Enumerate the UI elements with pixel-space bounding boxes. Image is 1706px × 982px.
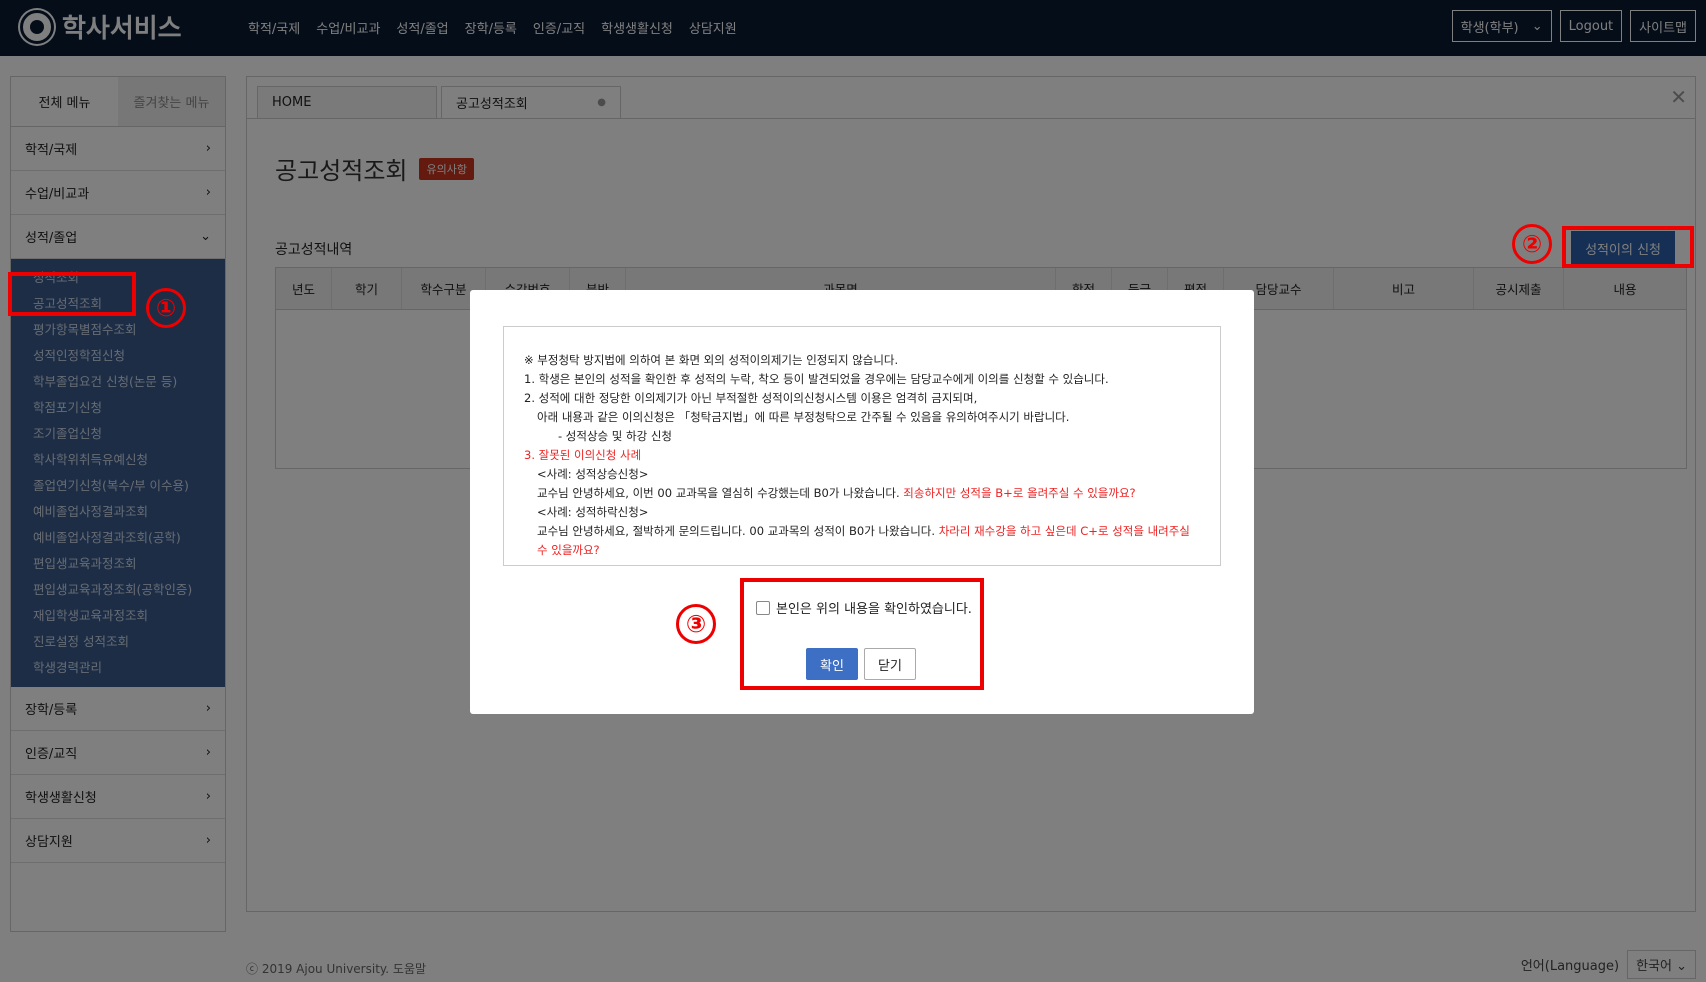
annotation-box-1	[8, 272, 136, 316]
notice-line: 교수님 안녕하세요, 이번 00 교과목을 열심히 수강했는데 B0가 나왔습니…	[537, 486, 1136, 500]
annotation-box-3	[740, 578, 984, 690]
annotation-box-2	[1562, 226, 1694, 268]
notice-line: ※ 부정청탁 방지법에 의하여 본 화면 외의 성적이의제기는 인정되지 않습니…	[524, 353, 899, 367]
notice-line: 1. 학생은 본인의 성적을 확인한 후 성적의 누락, 착오 등이 발견되었을…	[524, 372, 1109, 386]
notice-line-heading: 3. 잘못된 이의신청 사례	[524, 448, 642, 462]
notice-line: 교수님 안녕하세요, 절박하게 문의드립니다. 00 교과목의 성적이 B0가 …	[537, 524, 1190, 557]
annotation-marker-2: ②	[1512, 224, 1552, 264]
notice-line: 2. 성적에 대한 정당한 이의제기가 아닌 부적절한 성적이의신청시스템 이용…	[524, 391, 978, 405]
notice-line: - 성적상승 및 하강 신청	[558, 429, 672, 443]
annotation-marker-3: ③	[676, 604, 716, 644]
notice-line: <사례: 성적하락신청>	[537, 505, 649, 519]
annotation-marker-1: ①	[146, 288, 186, 328]
notice-line: 아래 내용과 같은 이의신청은 「청탁금지법」에 따른 부정청탁으로 간주될 수…	[537, 410, 1070, 424]
notice-line: <사례: 성적상승신청>	[537, 467, 649, 481]
notice-text-box: ※ 부정청탁 방지법에 의하여 본 화면 외의 성적이의제기는 인정되지 않습니…	[503, 326, 1221, 566]
